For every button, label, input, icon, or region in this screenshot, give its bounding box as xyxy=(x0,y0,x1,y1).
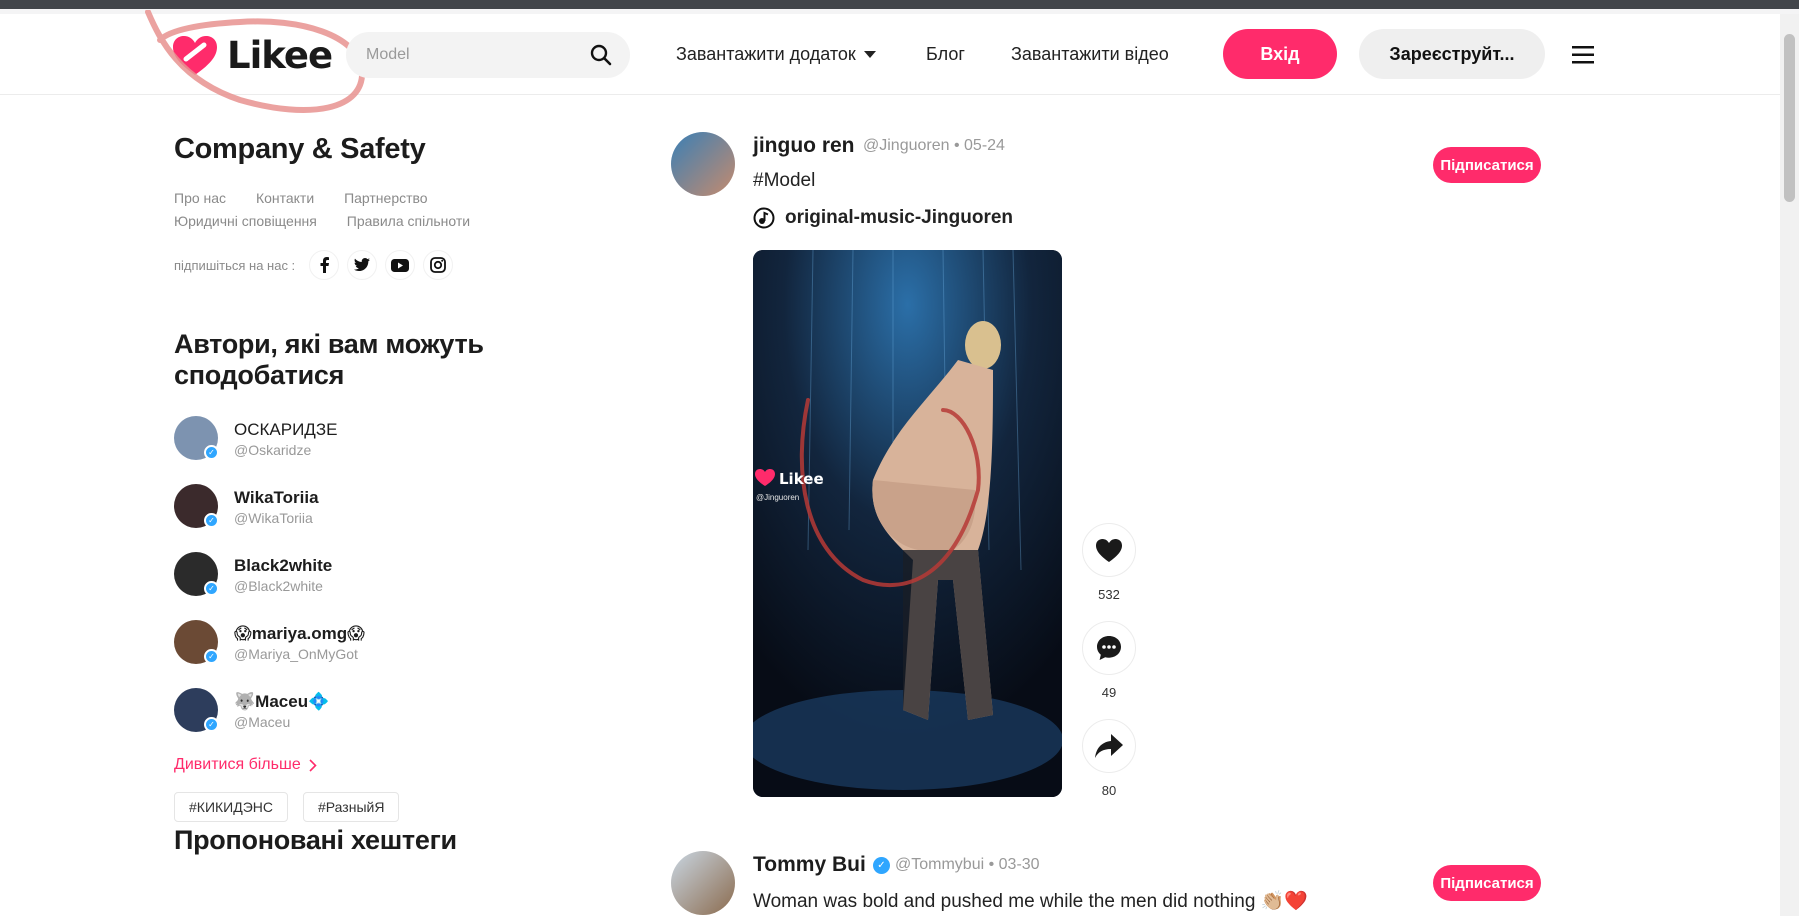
login-button[interactable]: Вхід xyxy=(1223,29,1337,79)
post-meta: @Tommybui • 03-30 xyxy=(895,856,1040,874)
follow-button[interactable]: Підписатися xyxy=(1433,147,1541,183)
nav-download-app[interactable]: Завантажити додаток xyxy=(676,44,876,65)
verified-icon: ✓ xyxy=(204,513,219,528)
creator-item[interactable]: ✓ 😱mariya.omg😱 @Mariya_OnMyGot xyxy=(174,618,574,666)
heart-icon xyxy=(1096,538,1122,562)
link-about[interactable]: Про нас xyxy=(174,190,226,206)
verified-icon: ✓ xyxy=(873,857,890,874)
creator-handle: @Maceu xyxy=(234,714,291,730)
search-input[interactable] xyxy=(366,32,586,78)
creator-handle: @Oskaridze xyxy=(234,442,312,458)
verified-icon: ✓ xyxy=(204,717,219,732)
register-button[interactable]: Зареєструйт... xyxy=(1359,29,1545,79)
nav-upload-video[interactable]: Завантажити відео xyxy=(1011,44,1169,65)
post-author-name[interactable]: jinguo ren xyxy=(753,134,855,158)
site-header: Likee Завантажити додаток Блог Завантажи… xyxy=(0,10,1780,113)
post-date: 03-30 xyxy=(998,856,1040,873)
footer-links-row-2: Юридичні сповіщення Правила спільноти xyxy=(174,213,496,229)
follow-label: підпишіться на нас : xyxy=(174,257,296,273)
meta-dot: • xyxy=(988,856,999,873)
post-author-handle[interactable]: @Tommybui xyxy=(895,856,984,873)
comment-count: 49 xyxy=(1101,685,1117,700)
creator-item[interactable]: ✓ 🐺Maceu💠 @Maceu xyxy=(174,686,574,734)
facebook-icon[interactable] xyxy=(309,250,340,280)
hashtag-chip[interactable]: #КИКИДЭНС xyxy=(174,792,288,822)
post-author-avatar[interactable] xyxy=(671,132,735,196)
social-follow-row: підпишіться на нас : xyxy=(174,250,461,280)
like-count: 532 xyxy=(1098,587,1120,602)
search-icon[interactable] xyxy=(590,44,612,66)
creator-handle: @WikaToriia xyxy=(234,510,313,526)
creator-name[interactable]: ОСКАРИДЗЕ xyxy=(234,420,337,440)
nav-blog[interactable]: Блог xyxy=(926,44,965,65)
see-more-link[interactable]: Дивитися більше xyxy=(174,756,317,774)
link-community-rules[interactable]: Правила спільноти xyxy=(347,213,470,229)
verified-icon: ✓ xyxy=(204,649,219,664)
link-partnership[interactable]: Партнерство xyxy=(344,190,428,206)
watermark-handle: @Jinguoren xyxy=(756,493,799,502)
creator-item[interactable]: ✓ ОСКАРИДЗЕ @Oskaridze xyxy=(174,414,574,462)
instagram-icon[interactable] xyxy=(423,250,454,280)
creator-handle: @Mariya_OnMyGot xyxy=(234,646,358,662)
post-meta: @Jinguoren • 05-24 xyxy=(863,137,1005,155)
likee-logo[interactable]: Likee xyxy=(172,34,333,77)
creator-handle: @Black2white xyxy=(234,578,323,594)
post-music[interactable]: original-music-Jinguoren xyxy=(753,207,1013,229)
post-caption[interactable]: Woman was bold and pushed me while the m… xyxy=(753,889,1308,913)
creator-item[interactable]: ✓ Black2white @Black2white xyxy=(174,550,574,598)
share-button[interactable] xyxy=(1082,719,1136,773)
footer-links-row-1: Про нас Контакти Партнерство xyxy=(174,190,454,206)
comment-icon xyxy=(1097,636,1121,660)
watermark-logo-text: Likee xyxy=(779,470,824,488)
post-date: 05-24 xyxy=(964,137,1005,154)
music-note-icon xyxy=(753,207,775,229)
creators-title: Автори, які вам можуть сподобатися xyxy=(174,329,484,390)
hashtags-title: Пропоновані хештеги xyxy=(174,825,457,855)
creator-item[interactable]: ✓ WikaToriia @WikaToriia xyxy=(174,482,574,530)
company-safety-title: Company & Safety xyxy=(174,133,426,165)
chevron-right-icon xyxy=(309,758,317,772)
like-button[interactable] xyxy=(1082,523,1136,577)
see-more-label: Дивитися більше xyxy=(174,756,301,773)
caret-down-icon xyxy=(863,50,876,58)
link-legal[interactable]: Юридичні сповіщення xyxy=(174,213,317,229)
video-player[interactable]: Likee @Jinguoren xyxy=(753,250,1062,797)
creator-name[interactable]: Black2white xyxy=(234,556,332,576)
creator-name[interactable]: 🐺Maceu💠 xyxy=(234,692,329,712)
youtube-icon[interactable] xyxy=(385,250,416,280)
creator-name[interactable]: 😱mariya.omg😱 xyxy=(234,624,365,644)
verified-icon: ✓ xyxy=(204,581,219,596)
post-author-handle[interactable]: @Jinguoren xyxy=(863,137,950,154)
post-caption[interactable]: #Model xyxy=(753,170,815,192)
logo-text: Likee xyxy=(227,34,333,77)
comment-button[interactable] xyxy=(1082,621,1136,675)
share-count: 80 xyxy=(1101,783,1117,798)
nav-download-app-label: Завантажити додаток xyxy=(676,44,856,64)
link-contacts[interactable]: Контакти xyxy=(256,190,314,206)
share-arrow-icon xyxy=(1095,734,1123,758)
creator-name[interactable]: WikaToriia xyxy=(234,488,319,508)
hamburger-menu-icon[interactable] xyxy=(1572,46,1594,64)
twitter-icon[interactable] xyxy=(347,250,378,280)
page-scrollbar[interactable] xyxy=(1780,14,1799,916)
hashtag-chip[interactable]: #РазныйЯ xyxy=(303,792,400,822)
browser-top-strip xyxy=(0,0,1799,14)
search-bar xyxy=(346,32,630,78)
follow-button[interactable]: Підписатися xyxy=(1433,865,1541,901)
verified-icon: ✓ xyxy=(204,445,219,460)
post-author-name[interactable]: Tommy Bui xyxy=(753,853,866,877)
heart-logo-icon xyxy=(173,35,217,75)
meta-dot: • xyxy=(953,137,965,154)
post-author-avatar[interactable] xyxy=(671,851,735,915)
scrollbar-thumb[interactable] xyxy=(1784,34,1795,202)
video-frame: Likee @Jinguoren xyxy=(753,250,1062,797)
music-title: original-music-Jinguoren xyxy=(785,207,1014,228)
